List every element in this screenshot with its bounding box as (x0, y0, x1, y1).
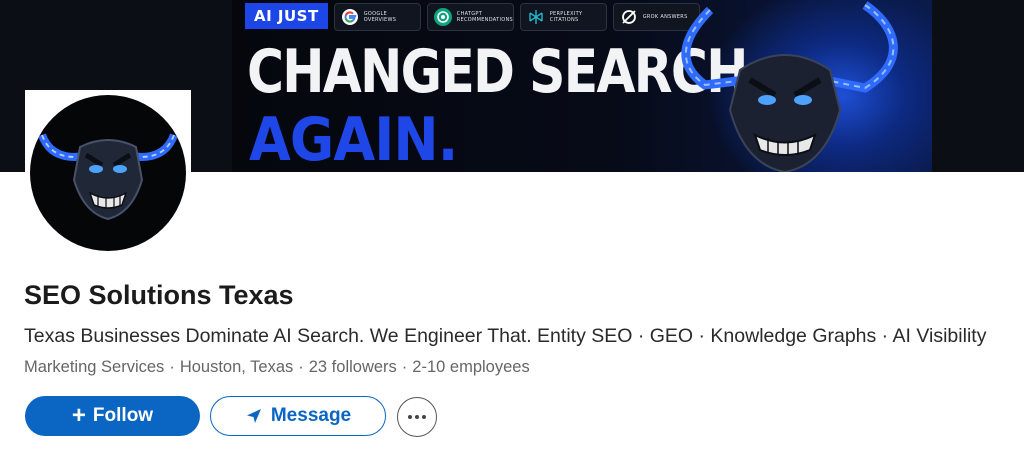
google-icon (341, 8, 359, 26)
meta-separator: · (401, 358, 408, 376)
company-name: SEO Solutions Texas (24, 280, 294, 310)
follow-button[interactable]: + Follow (25, 396, 200, 436)
more-dots-icon (415, 415, 419, 419)
chip-google: GOOGLE OVERVIEWS (333, 3, 421, 31)
company-employees[interactable]: 2-10 employees (412, 358, 529, 376)
company-location: Houston, Texas (179, 358, 294, 376)
follow-button-label: Follow (92, 405, 154, 426)
grok-icon (620, 8, 638, 26)
banner-badge: AI JUST (245, 3, 328, 29)
more-options-button[interactable] (397, 397, 437, 437)
banner-chip-row: AI JUST GOOGLE OVERVIEWS CHATGPT RECOMME… (245, 3, 700, 31)
chip-google-text: GOOGLE OVERVIEWS (363, 11, 397, 23)
meta-separator: · (298, 358, 304, 376)
send-icon (246, 409, 261, 423)
company-followers[interactable]: 23 followers (309, 358, 397, 376)
company-logo[interactable] (25, 90, 191, 256)
perplexity-icon (527, 8, 545, 26)
more-dots-icon (408, 415, 412, 419)
more-dots-icon (422, 415, 426, 419)
plus-icon: + (71, 402, 86, 429)
chip-chatgpt: CHATGPT RECOMMENDATIONS (426, 3, 514, 31)
meta-separator: · (169, 358, 175, 376)
banner-headline-line2: AGAIN. (249, 105, 458, 172)
logo-circle (30, 95, 186, 251)
chip-chatgpt-text: CHATGPT RECOMMENDATIONS (456, 11, 513, 23)
bull-mascot-logo-image (38, 133, 178, 221)
chatgpt-icon (433, 8, 452, 26)
chip-perplexity-text: PERPLEXITY CITATIONS (549, 11, 583, 23)
company-meta: Marketing Services · Houston, Texas · 23 fol… (24, 358, 530, 377)
company-industry: Marketing Services (24, 358, 165, 376)
message-button-label: Message (270, 405, 352, 426)
company-tagline: Texas Businesses Dominate AI Search. We … (24, 325, 987, 347)
bull-mascot-banner-image (681, 1, 898, 172)
message-button[interactable]: Message (210, 396, 386, 436)
chip-perplexity: PERPLEXITY CITATIONS (519, 3, 607, 31)
